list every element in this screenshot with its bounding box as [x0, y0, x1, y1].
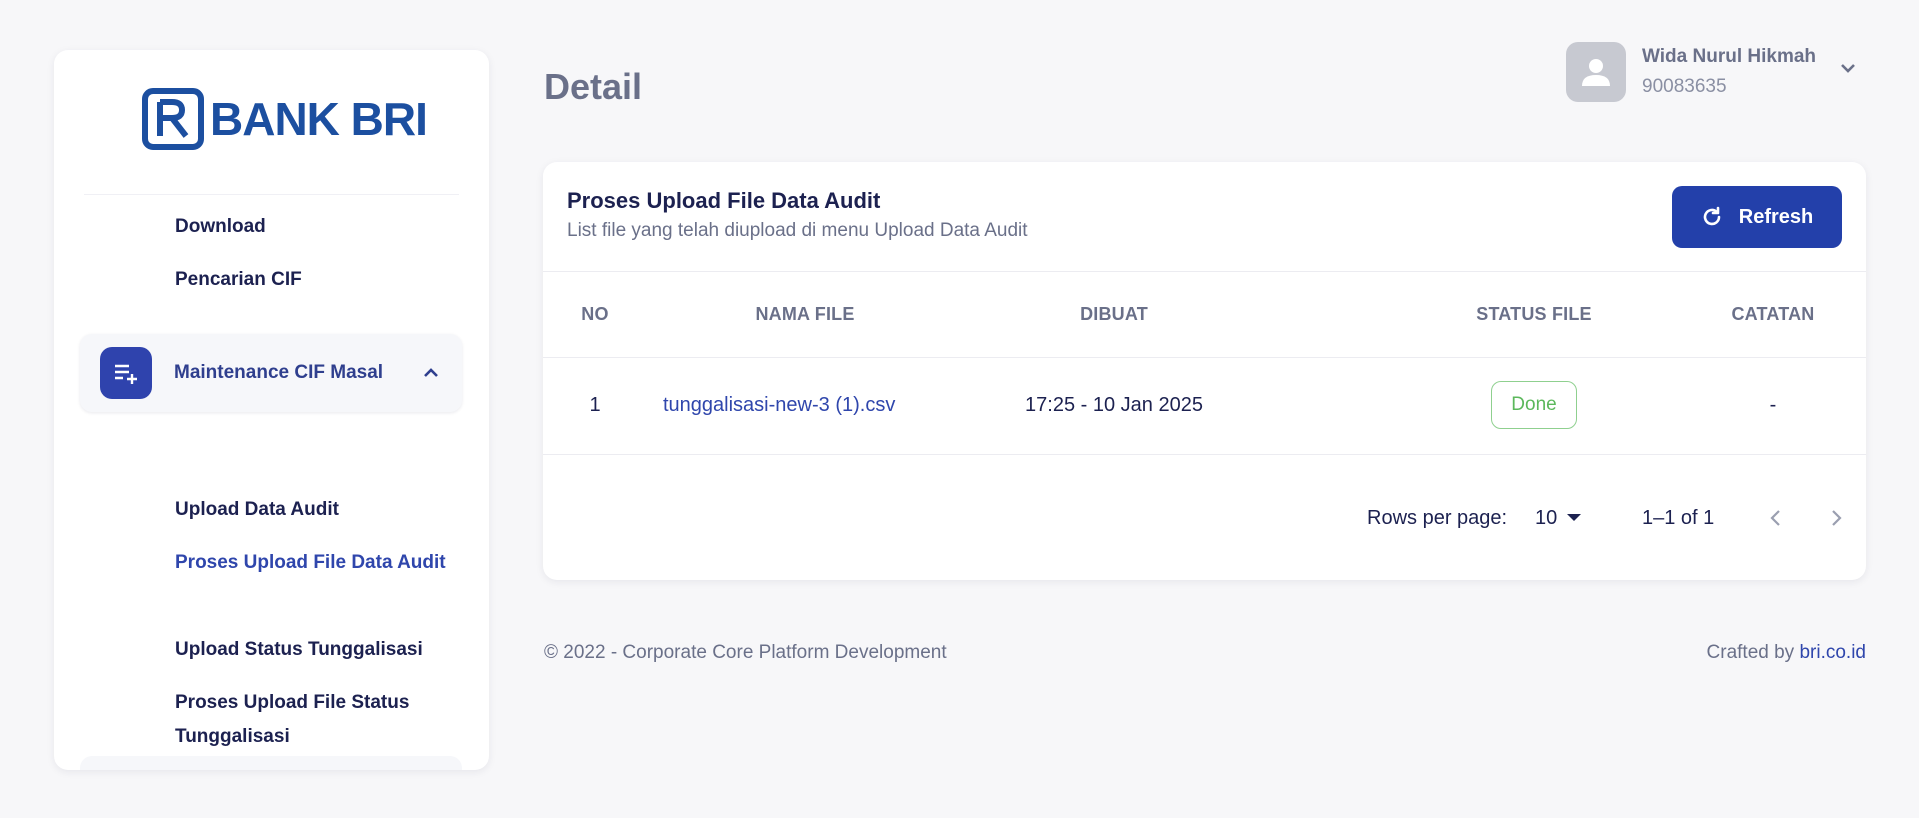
sidebar-item-pencarian-cif[interactable]: Pencarian CIF [175, 263, 465, 297]
divider [543, 271, 1866, 272]
user-icon [1582, 59, 1610, 86]
column-header-dibuat[interactable]: DIBUAT [1031, 304, 1197, 325]
playlist-add-icon [100, 347, 152, 399]
divider [84, 194, 459, 195]
crafted-prefix: Crafted by [1706, 642, 1800, 663]
chevron-up-icon[interactable] [420, 362, 442, 384]
sidebar-group-label: Maintenance CIF Masal [174, 362, 384, 383]
sidebar-item-upload-status-tunggalisasi[interactable]: Upload Status Tunggalisasi [175, 633, 465, 667]
bank-logo[interactable]: BANK BRI [142, 88, 428, 150]
column-header-no[interactable]: NO [567, 304, 623, 325]
dropdown-caret-icon[interactable] [1567, 514, 1581, 521]
column-header-status-file[interactable]: STATUS FILE [1447, 304, 1621, 325]
sidebar-item-proses-upload-file-data-audit[interactable]: Proses Upload File Data Audit [175, 546, 465, 580]
cell-catatan: - [1769, 394, 1777, 416]
chevron-right-icon[interactable] [1822, 504, 1850, 532]
crafted-link[interactable]: bri.co.id [1799, 642, 1866, 663]
user-name: Wida Nurul Hikmah [1642, 46, 1817, 67]
avatar[interactable] [1566, 42, 1626, 102]
user-id: 90083635 [1642, 76, 1727, 97]
sidebar-item-proses-upload-file-status-tunggalisasi[interactable]: Proses Upload File Status Tunggalisasi [175, 686, 465, 754]
sidebar-group-next[interactable] [80, 756, 462, 770]
user-menu[interactable]: Wida Nurul Hikmah 90083635 [1566, 42, 1860, 102]
footer-crafted: Crafted by bri.co.id [1707, 642, 1866, 664]
refresh-icon [1703, 206, 1721, 226]
card-subtitle: List file yang telah diupload di menu Up… [567, 220, 1028, 241]
file-link[interactable]: tunggalisasi-new-3 (1).csv [663, 394, 895, 417]
cell-no: 1 [589, 394, 601, 416]
refresh-label: Refresh [1738, 205, 1814, 228]
column-header-catatan[interactable]: CATATAN [1709, 304, 1837, 325]
sidebar-group-maintenance-cif-masal[interactable]: Maintenance CIF Masal [80, 334, 462, 412]
page-title: Detail [544, 66, 643, 107]
pagination-range: 1–1 of 1 [1642, 507, 1715, 529]
sidebar-item-download[interactable]: Download [175, 210, 465, 244]
rows-per-page-label: Rows per page: [1367, 507, 1508, 529]
chevron-left-icon[interactable] [1762, 504, 1790, 532]
cell-dibuat: 17:25 - 10 Jan 2025 [1025, 394, 1203, 416]
divider [543, 357, 1866, 358]
rows-per-page-select[interactable]: 10 [1535, 507, 1557, 530]
sidebar-item-upload-data-audit[interactable]: Upload Data Audit [175, 493, 465, 527]
user-info: Wida Nurul Hikmah 90083635 [1642, 42, 1816, 102]
divider [543, 454, 1866, 455]
column-header-nama-file[interactable]: NAMA FILE [683, 304, 927, 325]
footer-copyright: © 2022 - Corporate Core Platform Develop… [544, 642, 947, 663]
sidebar: BANK BRI Download Pencarian CIF Maintena… [54, 50, 489, 770]
bri-logo-icon [142, 88, 204, 150]
status-badge: Done [1491, 381, 1577, 429]
refresh-button[interactable]: Refresh [1672, 186, 1842, 248]
logo-text: BANK BRI [210, 93, 428, 145]
card-title: Proses Upload File Data Audit [567, 188, 881, 213]
upload-list-card: Proses Upload File Data Audit List file … [543, 162, 1866, 580]
chevron-down-icon[interactable] [1836, 56, 1860, 80]
